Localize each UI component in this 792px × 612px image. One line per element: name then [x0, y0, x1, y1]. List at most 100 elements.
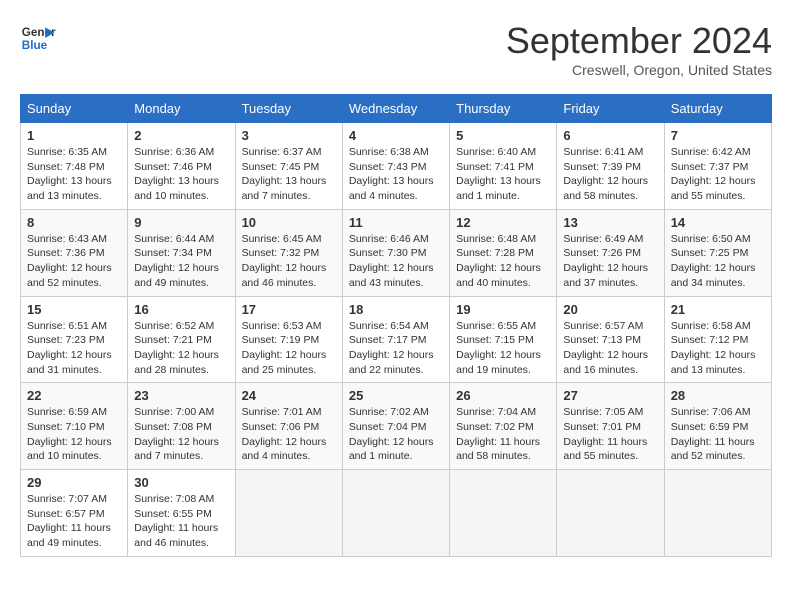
calendar-cell: 15 Sunrise: 6:51 AM Sunset: 7:23 PM Dayli…: [21, 296, 128, 383]
day-number: 18: [349, 302, 443, 317]
day-number: 15: [27, 302, 121, 317]
day-number: 11: [349, 215, 443, 230]
day-number: 21: [671, 302, 765, 317]
calendar-cell: 27 Sunrise: 7:05 AM Sunset: 7:01 PM Dayli…: [557, 383, 664, 470]
day-number: 8: [27, 215, 121, 230]
day-info: Sunrise: 7:08 AM Sunset: 6:55 PM Dayligh…: [134, 492, 228, 551]
calendar-cell: [557, 470, 664, 557]
day-number: 22: [27, 388, 121, 403]
calendar-cell: 11 Sunrise: 6:46 AM Sunset: 7:30 PM Dayli…: [342, 209, 449, 296]
calendar-cell: 4 Sunrise: 6:38 AM Sunset: 7:43 PM Daylig…: [342, 123, 449, 210]
calendar-cell: [342, 470, 449, 557]
col-header-tuesday: Tuesday: [235, 95, 342, 123]
day-number: 27: [563, 388, 657, 403]
calendar-cell: 17Sunrise: 6:53 AM Sunset: 7:19 PM Dayli…: [235, 296, 342, 383]
day-number: 29: [27, 475, 121, 490]
col-header-sunday: Sunday: [21, 95, 128, 123]
day-number: 1: [27, 128, 121, 143]
day-info: Sunrise: 6:58 AM Sunset: 7:12 PM Dayligh…: [671, 319, 765, 378]
calendar-cell: 18 Sunrise: 6:54 AM Sunset: 7:17 PM Dayli…: [342, 296, 449, 383]
title-block: September 2024 Creswell, Oregon, United …: [506, 20, 772, 78]
page-header: General Blue September 2024 Creswell, Or…: [20, 20, 772, 78]
calendar-cell: [235, 470, 342, 557]
day-info: Sunrise: 6:40 AM Sunset: 7:41 PM Dayligh…: [456, 145, 550, 204]
calendar-week-2: 8 Sunrise: 6:43 AM Sunset: 7:36 PM Daylig…: [21, 209, 772, 296]
day-number: 4: [349, 128, 443, 143]
day-info: Sunrise: 6:54 AM Sunset: 7:17 PM Dayligh…: [349, 319, 443, 378]
calendar-cell: 16 Sunrise: 6:52 AM Sunset: 7:21 PM Dayli…: [128, 296, 235, 383]
calendar-cell: 7 Sunrise: 6:42 AM Sunset: 7:37 PM Daylig…: [664, 123, 771, 210]
day-number: 24: [242, 388, 336, 403]
day-info: Sunrise: 6:46 AM Sunset: 7:30 PM Dayligh…: [349, 232, 443, 291]
calendar-cell: 19 Sunrise: 6:55 AM Sunset: 7:15 PM Dayli…: [450, 296, 557, 383]
calendar-cell: 12Sunrise: 6:48 AM Sunset: 7:28 PM Dayli…: [450, 209, 557, 296]
calendar-header-row: SundayMondayTuesdayWednesdayThursdayFrid…: [21, 95, 772, 123]
day-info: Sunrise: 6:42 AM Sunset: 7:37 PM Dayligh…: [671, 145, 765, 204]
day-number: 25: [349, 388, 443, 403]
logo-icon: General Blue: [20, 20, 56, 56]
day-number: 23: [134, 388, 228, 403]
day-info: Sunrise: 6:52 AM Sunset: 7:21 PM Dayligh…: [134, 319, 228, 378]
calendar-cell: 23 Sunrise: 7:00 AM Sunset: 7:08 PM Dayli…: [128, 383, 235, 470]
calendar-cell: 20Sunrise: 6:57 AM Sunset: 7:13 PM Dayli…: [557, 296, 664, 383]
calendar-week-4: 22 Sunrise: 6:59 AM Sunset: 7:10 PM Dayli…: [21, 383, 772, 470]
col-header-wednesday: Wednesday: [342, 95, 449, 123]
calendar-cell: 28Sunrise: 7:06 AM Sunset: 6:59 PM Dayli…: [664, 383, 771, 470]
col-header-saturday: Saturday: [664, 95, 771, 123]
day-number: 14: [671, 215, 765, 230]
day-info: Sunrise: 6:43 AM Sunset: 7:36 PM Dayligh…: [27, 232, 121, 291]
calendar-cell: 21 Sunrise: 6:58 AM Sunset: 7:12 PM Dayli…: [664, 296, 771, 383]
calendar-cell: 13 Sunrise: 6:49 AM Sunset: 7:26 PM Dayli…: [557, 209, 664, 296]
day-info: Sunrise: 7:05 AM Sunset: 7:01 PM Dayligh…: [563, 405, 657, 464]
calendar-week-1: 1 Sunrise: 6:35 AM Sunset: 7:48 PM Daylig…: [21, 123, 772, 210]
day-info: Sunrise: 6:41 AM Sunset: 7:39 PM Dayligh…: [563, 145, 657, 204]
calendar-cell: 22 Sunrise: 6:59 AM Sunset: 7:10 PM Dayli…: [21, 383, 128, 470]
day-number: 6: [563, 128, 657, 143]
day-number: 2: [134, 128, 228, 143]
day-number: 19: [456, 302, 550, 317]
day-info: Sunrise: 6:35 AM Sunset: 7:48 PM Dayligh…: [27, 145, 121, 204]
day-number: 9: [134, 215, 228, 230]
day-info: Sunrise: 6:55 AM Sunset: 7:15 PM Dayligh…: [456, 319, 550, 378]
calendar-cell: [664, 470, 771, 557]
location-subtitle: Creswell, Oregon, United States: [506, 62, 772, 78]
day-number: 12: [456, 215, 550, 230]
calendar-cell: 1 Sunrise: 6:35 AM Sunset: 7:48 PM Daylig…: [21, 123, 128, 210]
calendar-table: SundayMondayTuesdayWednesdayThursdayFrid…: [20, 94, 772, 557]
day-info: Sunrise: 6:59 AM Sunset: 7:10 PM Dayligh…: [27, 405, 121, 464]
day-info: Sunrise: 6:38 AM Sunset: 7:43 PM Dayligh…: [349, 145, 443, 204]
calendar-week-5: 29 Sunrise: 7:07 AM Sunset: 6:57 PM Dayli…: [21, 470, 772, 557]
col-header-monday: Monday: [128, 95, 235, 123]
calendar-cell: 14 Sunrise: 6:50 AM Sunset: 7:25 PM Dayli…: [664, 209, 771, 296]
logo: General Blue: [20, 20, 56, 56]
calendar-cell: 8 Sunrise: 6:43 AM Sunset: 7:36 PM Daylig…: [21, 209, 128, 296]
calendar-cell: 24 Sunrise: 7:01 AM Sunset: 7:06 PM Dayli…: [235, 383, 342, 470]
day-info: Sunrise: 6:51 AM Sunset: 7:23 PM Dayligh…: [27, 319, 121, 378]
col-header-thursday: Thursday: [450, 95, 557, 123]
col-header-friday: Friday: [557, 95, 664, 123]
day-info: Sunrise: 6:36 AM Sunset: 7:46 PM Dayligh…: [134, 145, 228, 204]
day-info: Sunrise: 6:44 AM Sunset: 7:34 PM Dayligh…: [134, 232, 228, 291]
calendar-cell: 30 Sunrise: 7:08 AM Sunset: 6:55 PM Dayli…: [128, 470, 235, 557]
day-number: 13: [563, 215, 657, 230]
day-number: 26: [456, 388, 550, 403]
day-number: 17: [242, 302, 336, 317]
calendar-cell: 5Sunrise: 6:40 AM Sunset: 7:41 PM Daylig…: [450, 123, 557, 210]
calendar-cell: 10 Sunrise: 6:45 AM Sunset: 7:32 PM Dayli…: [235, 209, 342, 296]
calendar-week-3: 15 Sunrise: 6:51 AM Sunset: 7:23 PM Dayli…: [21, 296, 772, 383]
day-info: Sunrise: 6:49 AM Sunset: 7:26 PM Dayligh…: [563, 232, 657, 291]
day-info: Sunrise: 7:04 AM Sunset: 7:02 PM Dayligh…: [456, 405, 550, 464]
day-number: 10: [242, 215, 336, 230]
day-info: Sunrise: 6:37 AM Sunset: 7:45 PM Dayligh…: [242, 145, 336, 204]
day-info: Sunrise: 7:00 AM Sunset: 7:08 PM Dayligh…: [134, 405, 228, 464]
day-info: Sunrise: 7:07 AM Sunset: 6:57 PM Dayligh…: [27, 492, 121, 551]
calendar-cell: [450, 470, 557, 557]
month-title: September 2024: [506, 20, 772, 62]
day-number: 30: [134, 475, 228, 490]
day-info: Sunrise: 6:45 AM Sunset: 7:32 PM Dayligh…: [242, 232, 336, 291]
day-info: Sunrise: 7:01 AM Sunset: 7:06 PM Dayligh…: [242, 405, 336, 464]
day-number: 3: [242, 128, 336, 143]
day-info: Sunrise: 6:50 AM Sunset: 7:25 PM Dayligh…: [671, 232, 765, 291]
day-number: 16: [134, 302, 228, 317]
day-number: 7: [671, 128, 765, 143]
